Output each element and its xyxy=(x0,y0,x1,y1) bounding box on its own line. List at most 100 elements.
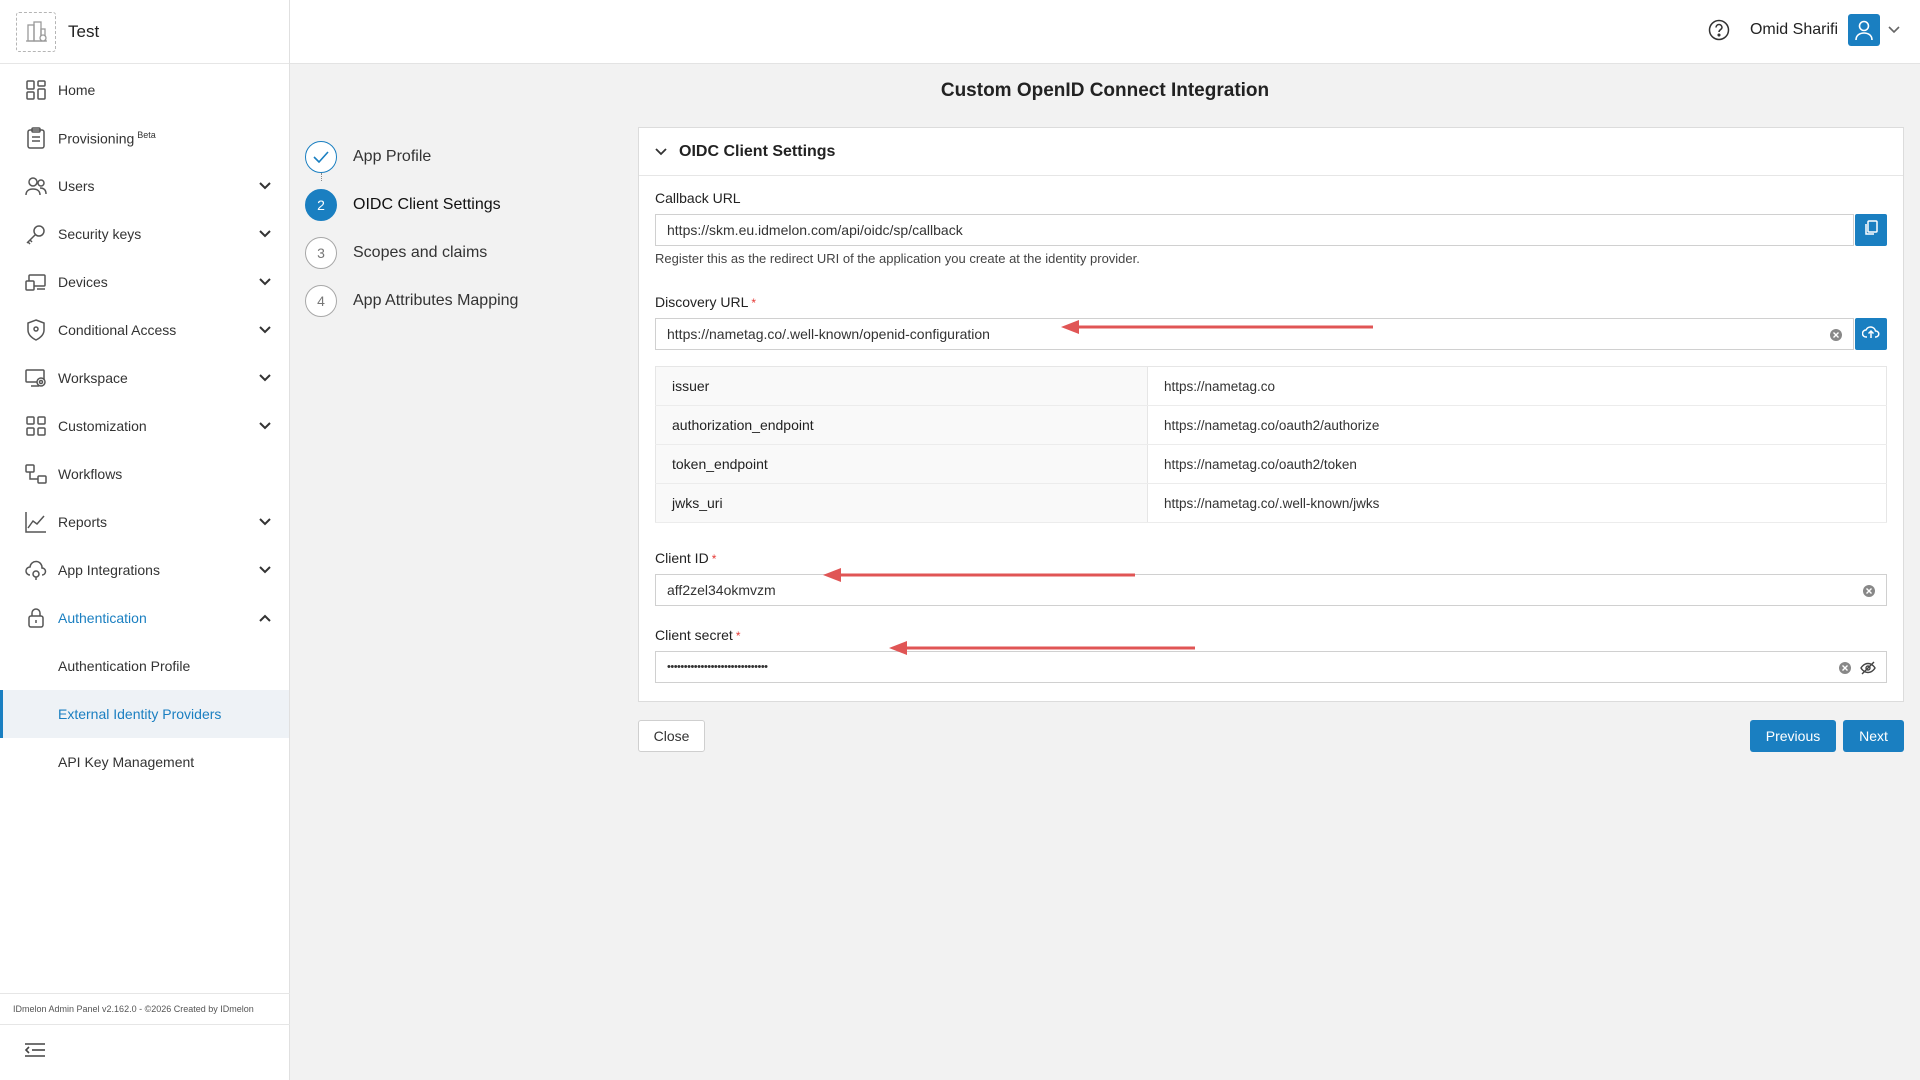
sidebar-item-label: Authentication xyxy=(58,610,147,626)
sidebar-item-workspace[interactable]: Workspace xyxy=(0,354,289,402)
user-menu[interactable]: Omid Sharifi xyxy=(1708,14,1900,46)
brand[interactable]: Test xyxy=(0,0,289,64)
discovery-url-label: Discovery URL * xyxy=(655,294,757,310)
sidebar-item-label: Workspace xyxy=(58,370,128,386)
chevron-down-icon[interactable] xyxy=(655,143,667,161)
step-label: App Profile xyxy=(353,148,432,165)
step-oidc-client-settings[interactable]: 2 OIDC Client Settings xyxy=(305,181,605,229)
panel-title: OIDC Client Settings xyxy=(679,142,836,160)
close-button[interactable]: Close xyxy=(638,720,705,752)
cloud-upload-icon xyxy=(1861,325,1880,344)
chevron-down-icon[interactable] xyxy=(257,226,273,242)
step-number: 4 xyxy=(305,285,337,317)
callback-url-field[interactable]: https://skm.eu.idmelon.com/api/oidc/sp/c… xyxy=(655,214,1854,246)
sidebar-item-label: App Integrations xyxy=(58,562,160,578)
sidebar-item-reports[interactable]: Reports xyxy=(0,498,289,546)
previous-button[interactable]: Previous xyxy=(1750,720,1836,752)
key-icon xyxy=(24,222,48,246)
clear-icon[interactable] xyxy=(1838,661,1852,675)
brand-name: Test xyxy=(68,21,100,41)
sidebar-item-label: Security keys xyxy=(58,226,142,242)
step-complete-check-icon xyxy=(305,141,337,173)
panel-header[interactable]: OIDC Client Settings xyxy=(639,128,1903,176)
chevron-up-icon[interactable] xyxy=(257,610,273,626)
sidebar-subitem-label: Authentication Profile xyxy=(58,658,191,674)
chevron-down-icon[interactable] xyxy=(257,178,273,194)
next-button[interactable]: Next xyxy=(1843,720,1904,752)
step-scopes-and-claims[interactable]: 3 Scopes and claims xyxy=(305,229,605,277)
step-app-attributes-mapping[interactable]: 4 App Attributes Mapping xyxy=(305,277,605,325)
sidebar-subitem-authentication-profile[interactable]: Authentication Profile xyxy=(0,642,289,690)
sidebar-nav: Home Provisioning Beta Users Security key… xyxy=(0,64,289,786)
step-connector xyxy=(321,173,322,181)
chevron-down-icon[interactable] xyxy=(1888,21,1900,39)
chevron-down-icon[interactable] xyxy=(257,418,273,434)
chevron-down-icon[interactable] xyxy=(257,274,273,290)
user-name[interactable]: Omid Sharifi xyxy=(1750,21,1838,39)
annotation-arrow xyxy=(823,568,1135,582)
required-marker: * xyxy=(751,296,757,310)
avatar[interactable] xyxy=(1848,14,1880,46)
shield-icon xyxy=(24,318,48,342)
client-secret-field[interactable]: •••••••••••••••••••••••••••••• xyxy=(655,651,1887,683)
sidebar-item-devices[interactable]: Devices xyxy=(0,258,289,306)
chevron-down-icon[interactable] xyxy=(257,370,273,386)
step-label: Scopes and claims xyxy=(353,244,488,261)
sidebar-item-workflows[interactable]: Workflows xyxy=(0,450,289,498)
sidebar-item-authentication[interactable]: Authentication xyxy=(0,594,289,642)
table-row: jwks_uri https://nametag.co/.well-known/j… xyxy=(655,483,1887,523)
chart-icon xyxy=(24,510,48,534)
required-marker: * xyxy=(711,552,717,566)
required-marker: * xyxy=(735,629,741,643)
metadata-value: https://nametag.co xyxy=(1147,366,1887,406)
discovery-url-value: https://nametag.co/.well-known/openid-co… xyxy=(667,326,990,342)
sidebar-item-provisioning[interactable]: Provisioning Beta xyxy=(0,114,289,162)
grid-icon xyxy=(24,414,48,438)
client-secret-value: •••••••••••••••••••••••••••••• xyxy=(667,661,768,673)
table-row: token_endpoint https://nametag.co/oauth2/… xyxy=(655,444,1887,484)
annotation-arrow xyxy=(1061,320,1373,334)
metadata-value: https://nametag.co/oauth2/authorize xyxy=(1147,405,1887,445)
collapse-sidebar-button[interactable] xyxy=(0,1024,290,1080)
annotation-arrow xyxy=(889,641,1195,655)
sidebar-footer: IDmelon Admin Panel v2.162.0 - ©2026 Cre… xyxy=(0,993,290,1080)
eye-off-icon[interactable] xyxy=(1860,660,1876,676)
chevron-down-icon[interactable] xyxy=(257,322,273,338)
sidebar-item-security-keys[interactable]: Security keys xyxy=(0,210,289,258)
top-bar: Omid Sharifi xyxy=(290,0,1920,64)
sidebar-item-label: Provisioning xyxy=(58,130,135,147)
wizard-actions: Close Previous Next xyxy=(638,720,1904,752)
version-text: IDmelon Admin Panel v2.162.0 - ©2026 Cre… xyxy=(0,993,290,1024)
sidebar-item-home[interactable]: Home xyxy=(0,66,289,114)
panel-body: Callback URL https://skm.eu.idmelon.com/… xyxy=(639,176,1903,683)
chevron-down-icon[interactable] xyxy=(257,562,273,578)
step-number: 3 xyxy=(305,237,337,269)
client-secret-row: •••••••••••••••••••••••••••••• xyxy=(655,651,1887,683)
sidebar-item-customization[interactable]: Customization xyxy=(0,402,289,450)
chevron-down-icon[interactable] xyxy=(257,514,273,530)
sidebar-subitem-external-identity-providers[interactable]: External Identity Providers xyxy=(0,690,289,738)
sidebar-item-users[interactable]: Users xyxy=(0,162,289,210)
sidebar-item-app-integrations[interactable]: App Integrations xyxy=(0,546,289,594)
sidebar-item-label: Reports xyxy=(58,514,108,530)
clipboard-icon xyxy=(24,126,48,150)
metadata-key: token_endpoint xyxy=(655,444,1148,484)
copy-button[interactable] xyxy=(1855,214,1887,246)
metadata-key: authorization_endpoint xyxy=(655,405,1148,445)
clear-icon[interactable] xyxy=(1862,584,1876,598)
callback-url-row: https://skm.eu.idmelon.com/api/oidc/sp/c… xyxy=(655,214,1887,246)
workflow-icon xyxy=(24,462,48,486)
fetch-discovery-button[interactable] xyxy=(1855,318,1887,350)
help-icon[interactable] xyxy=(1708,19,1730,41)
beta-badge: Beta xyxy=(137,129,156,140)
callback-url-value: https://skm.eu.idmelon.com/api/oidc/sp/c… xyxy=(667,222,963,238)
client-id-value: aff2zel34okmvzm xyxy=(667,582,776,598)
clear-icon[interactable] xyxy=(1829,328,1843,342)
metadata-key: issuer xyxy=(655,366,1148,406)
copy-icon xyxy=(1864,219,1878,241)
sidebar-item-label: Conditional Access xyxy=(58,322,177,338)
sidebar-subitem-api-key-management[interactable]: API Key Management xyxy=(0,738,289,786)
step-app-profile[interactable]: App Profile xyxy=(305,133,605,181)
sidebar-subitem-label: External Identity Providers xyxy=(58,706,222,722)
sidebar-item-conditional-access[interactable]: Conditional Access xyxy=(0,306,289,354)
